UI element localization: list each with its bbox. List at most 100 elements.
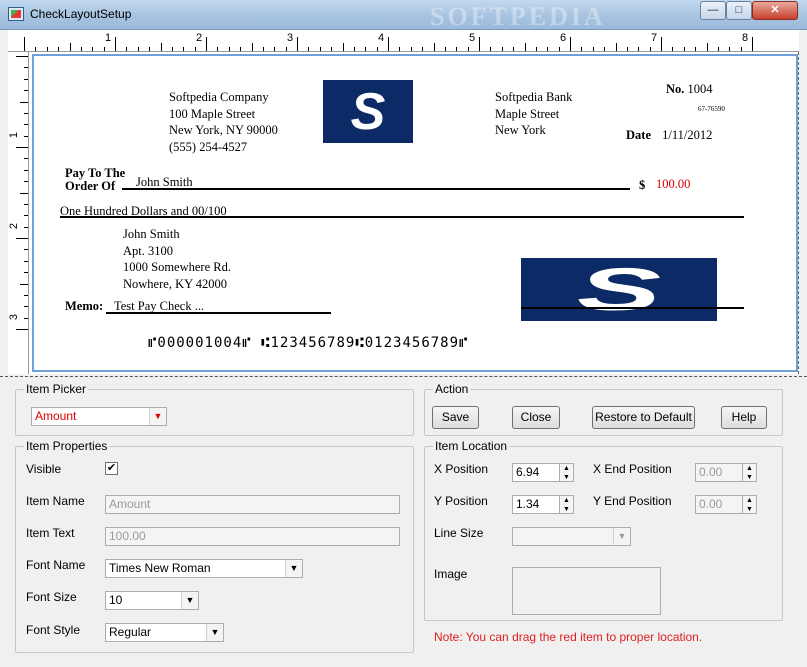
y-position-field[interactable]: 1.34 [512,495,560,514]
ruler-tick [342,43,344,51]
ruler-tick [149,47,151,51]
company-logo[interactable]: S [323,80,413,143]
ruler-tick [262,47,264,51]
ruler-tick [729,47,731,51]
y-end-spinner[interactable]: ▲ ▼ [742,495,757,514]
maximize-icon: □ [735,4,743,16]
micr-line[interactable]: ⑈000001004⑈ ⑆123456789⑆0123456789⑈ [148,335,468,351]
close-button[interactable]: Close [512,406,560,429]
ruler-tick [672,47,674,51]
item-properties-group: Item Properties Visible ✔ Item Name Amou… [15,439,414,653]
help-button[interactable]: Help [721,406,767,429]
ruler-tick [24,203,28,205]
ruler-tick [410,47,412,51]
ruler-tick [115,37,116,51]
check-number-value: 1004 [687,82,713,96]
font-style-select[interactable]: Regular ▼ [105,623,224,642]
memo-line[interactable] [106,312,331,314]
pay-to-label[interactable]: Pay To The Order Of [65,167,125,193]
check-number[interactable]: No. 1004 [666,81,713,98]
ruler-tick [581,47,583,51]
ruler-tick [752,37,753,51]
x-position-field[interactable]: 6.94 [512,463,560,482]
memo-label[interactable]: Memo: [65,298,103,315]
item-text-field[interactable]: 100.00 [105,527,400,546]
ruler-tick [46,47,48,51]
item-picker-select[interactable]: Amount ▼ [31,407,167,426]
signature-image[interactable]: S [521,258,717,321]
visible-checkbox[interactable]: ✔ [105,462,118,475]
ruler-tick [228,47,230,51]
check-canvas: Softpedia Company 100 Maple Street New Y… [29,52,799,374]
font-style-value: Regular [109,625,152,639]
routing-fraction[interactable]: 67-76590 [698,105,725,113]
ruler-tick [570,37,571,51]
date-field[interactable]: Date 1/11/2012 [626,127,712,144]
y-position-label: Y Position [434,494,488,508]
action-group: Action Save Close Restore to Default Hel… [424,382,783,436]
window-title: CheckLayoutSetup [30,7,132,21]
logo-letter: S [350,82,386,141]
payee-address-line-4: Nowhere, KY 42000 [123,276,228,291]
ruler-tick [24,169,28,171]
ruler-tick [683,47,685,51]
bank-address[interactable]: Softpedia Bank Maple Street New York [495,89,572,139]
ruler-tick [24,181,28,183]
x-end-spinner[interactable]: ▲ ▼ [742,463,757,482]
minimize-button[interactable]: — [700,1,726,20]
signature-line[interactable] [521,307,744,309]
ruler-tick [626,47,628,51]
minimize-icon: — [707,4,719,16]
ruler-tick [649,47,651,51]
item-name-field[interactable]: Amount [105,495,400,514]
dollar-sign[interactable]: $ [639,177,645,194]
image-preview-box[interactable] [512,567,661,615]
bank-city: New York [495,123,546,137]
ruler-tick [20,101,28,103]
ruler-tick [251,43,253,51]
action-title: Action [433,382,471,396]
checkmark-icon: ✔ [106,462,117,474]
ruler-tick [24,112,28,114]
ruler-tick [24,78,28,80]
visible-label: Visible [26,462,62,476]
payee-line[interactable] [122,188,630,190]
font-name-select[interactable]: Times New Roman ▼ [105,559,303,578]
x-position-spinner[interactable]: ▲ ▼ [559,463,574,482]
ruler-tick [638,47,640,51]
line-size-label: Line Size [434,526,484,540]
y-position-spinner[interactable]: ▲ ▼ [559,495,574,514]
close-window-button[interactable]: ✕ [752,1,798,20]
restore-default-button[interactable]: Restore to Default [592,406,695,429]
ruler-tick [16,147,28,148]
item-picker-value: Amount [35,409,77,423]
ruler-tick [20,192,28,194]
ruler-number: 4 [378,32,385,44]
ruler-tick [456,47,458,51]
ruler-tick [80,47,82,51]
title-bar: CheckLayoutSetup SOFTPEDIA — □ ✕ [0,0,807,31]
font-size-value: 10 [109,593,123,607]
watermark: SOFTPEDIA [430,2,606,31]
maximize-button[interactable]: □ [726,1,752,20]
ruler-tick [137,47,139,51]
ruler-tick [513,47,515,51]
font-size-select[interactable]: 10 ▼ [105,591,199,610]
company-phone: (555) 254-4527 [169,139,248,154]
payee-address[interactable]: John Smith Apt. 3100 1000 Somewhere Rd. … [123,226,231,292]
payee-address-line-2: Apt. 3100 [123,243,173,258]
y-end-field[interactable]: 0.00 [695,495,743,514]
ruler-tick [615,43,617,51]
save-button[interactable]: Save [432,406,479,429]
x-end-field[interactable]: 0.00 [695,463,743,482]
ruler-tick [20,283,28,285]
bank-street: Maple Street [495,106,560,121]
ruler-number: 1 [105,32,112,44]
ruler-number: 6 [560,32,567,44]
line-size-select[interactable]: ▼ [512,527,631,546]
amount-words-line[interactable] [60,216,744,218]
amount-field[interactable]: 100.00 [656,176,690,193]
company-address[interactable]: Softpedia Company 100 Maple Street New Y… [169,89,278,155]
ruler-tick [35,47,37,51]
ruler-tick [24,294,28,296]
